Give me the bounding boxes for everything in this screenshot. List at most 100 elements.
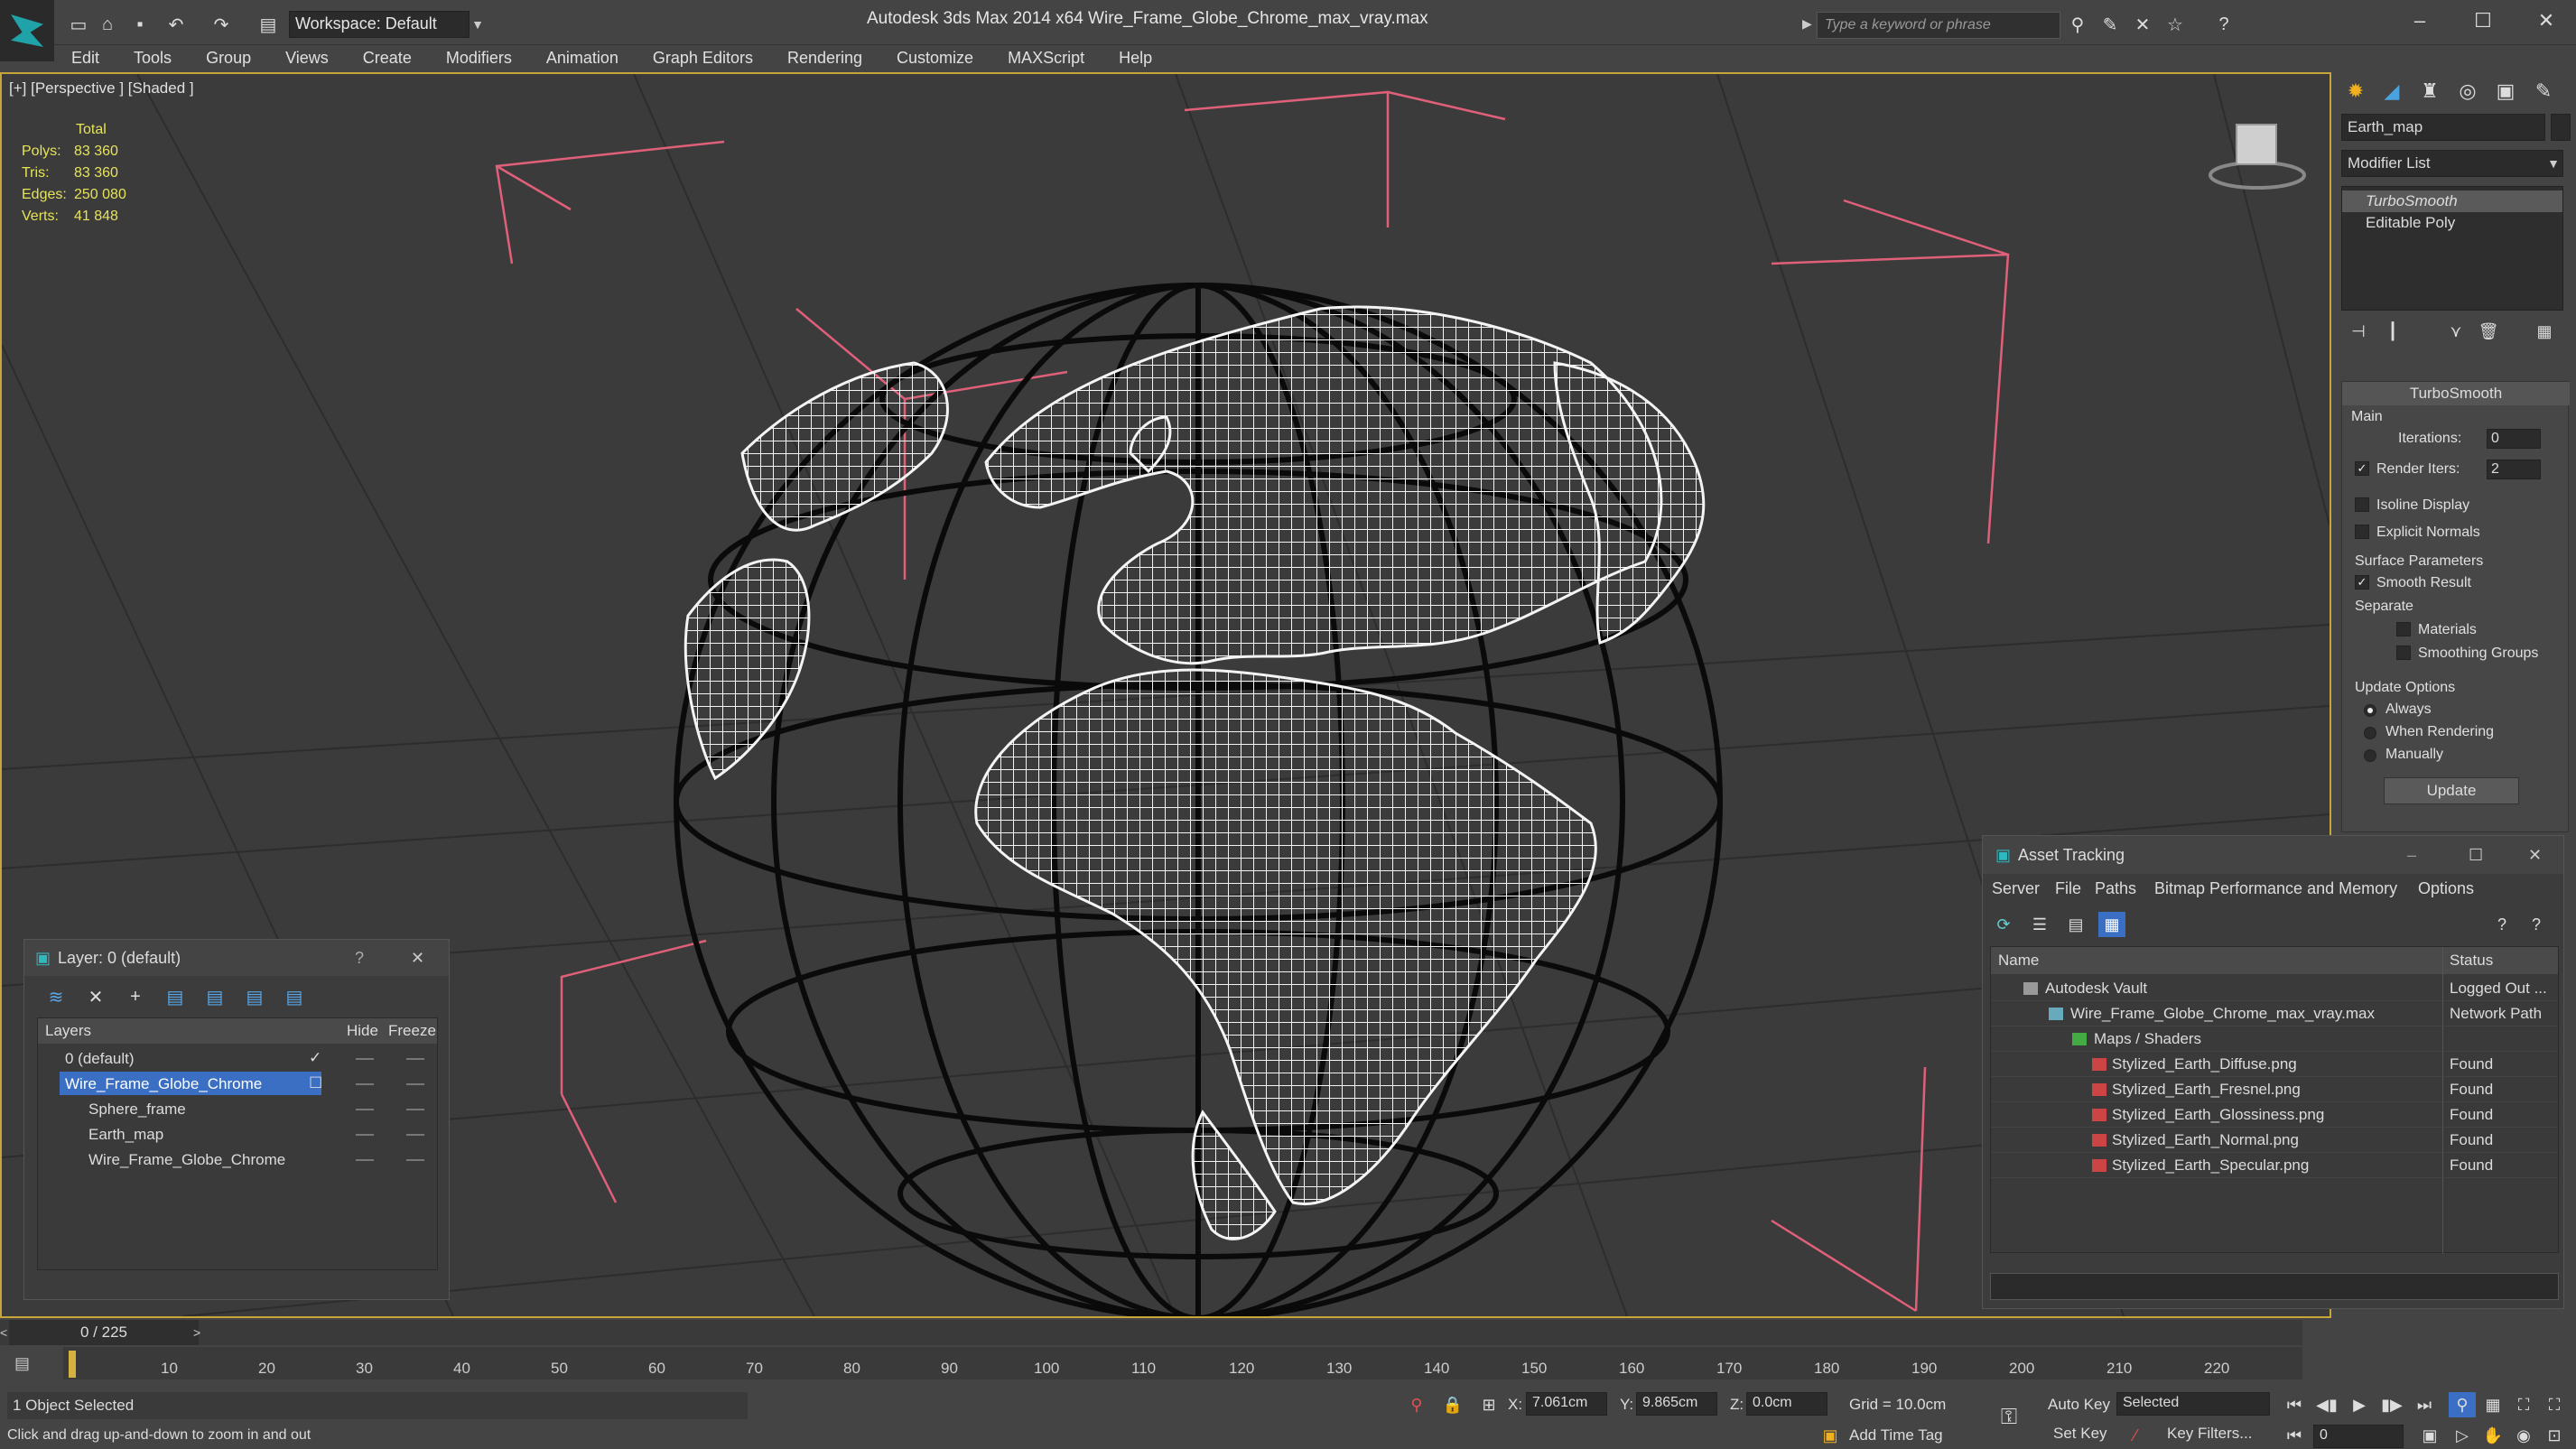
- asset-row[interactable]: Maps / Shaders: [1991, 1026, 2558, 1052]
- minimize-icon[interactable]: –: [2402, 5, 2438, 36]
- next-frame-icon[interactable]: >: [193, 1320, 206, 1345]
- column-layers[interactable]: Layers: [45, 1022, 91, 1040]
- motion-tab-icon[interactable]: ◎: [2451, 76, 2484, 107]
- layer-row[interactable]: Wire_Frame_Globe_Chrome: [38, 1147, 437, 1172]
- column-status[interactable]: Status: [2450, 952, 2493, 970]
- column-hide[interactable]: Hide: [347, 1022, 378, 1040]
- pan-view-icon[interactable]: ✋: [2479, 1423, 2506, 1448]
- zoom-extents-all-icon[interactable]: ⛶: [2541, 1392, 2568, 1417]
- modifier-list-dropdown[interactable]: Modifier List: [2341, 150, 2563, 177]
- zoom-icon[interactable]: ⚲: [2449, 1392, 2476, 1417]
- subscription-icon[interactable]: ✎: [2097, 11, 2124, 38]
- asset-row[interactable]: Stylized_Earth_Glossiness.png Found: [1991, 1102, 2558, 1128]
- menu-views[interactable]: Views: [268, 45, 346, 70]
- menu-options[interactable]: Options: [2418, 879, 2474, 898]
- search-input[interactable]: Type a keyword or phrase: [1817, 12, 2060, 39]
- menu-create[interactable]: Create: [346, 45, 429, 70]
- explicit-normals-checkbox[interactable]: [2355, 525, 2369, 539]
- layer-row[interactable]: Earth_map: [38, 1121, 437, 1147]
- absolute-mode-icon[interactable]: ⊞: [1475, 1392, 1502, 1417]
- stack-item-turbosmooth[interactable]: TurboSmooth: [2342, 190, 2562, 212]
- stack-item-editable-poly[interactable]: Editable Poly: [2342, 212, 2562, 234]
- hierarchy-tab-icon[interactable]: ♜: [2413, 76, 2446, 107]
- key-selection-dropdown[interactable]: Selected: [2116, 1392, 2270, 1416]
- list-view-icon[interactable]: ☰: [2026, 912, 2053, 937]
- isoline-checkbox[interactable]: [2355, 497, 2369, 512]
- prev-frame-icon[interactable]: <: [0, 1320, 9, 1345]
- auto-key-button[interactable]: Auto Key: [2048, 1396, 2110, 1414]
- iterations-spinner[interactable]: 0: [2487, 429, 2541, 449]
- update-button[interactable]: Update: [2384, 777, 2519, 804]
- zoom-all-icon[interactable]: ▦: [2479, 1392, 2506, 1417]
- open-file-icon[interactable]: ⌂: [94, 11, 121, 38]
- layer-active-box-icon[interactable]: ☐: [309, 1071, 322, 1096]
- object-color-swatch[interactable]: [2551, 114, 2571, 141]
- favorites-star-icon[interactable]: ☆: [2162, 11, 2189, 38]
- materials-checkbox[interactable]: [2396, 622, 2411, 636]
- menu-maxscript[interactable]: MAXScript: [990, 45, 1102, 70]
- menu-customize[interactable]: Customize: [879, 45, 990, 70]
- menu-file[interactable]: File: [2055, 879, 2081, 898]
- menu-edit[interactable]: Edit: [54, 45, 116, 70]
- manually-radio[interactable]: [2364, 749, 2376, 762]
- current-frame-field[interactable]: 0: [2313, 1425, 2404, 1448]
- layer-tool-icon[interactable]: ≋: [42, 983, 70, 1010]
- next-key-icon[interactable]: ▮▶: [2378, 1392, 2405, 1417]
- help-button[interactable]: ?: [355, 949, 364, 968]
- redo-icon[interactable]: ↷: [208, 11, 235, 38]
- create-tab-icon[interactable]: ✹: [2339, 76, 2372, 107]
- expand-arrow-icon[interactable]: ▶: [1802, 16, 1812, 32]
- curve-editor-icon[interactable]: ▤: [14, 1354, 42, 1378]
- zoom-extents-icon[interactable]: ⛶: [2510, 1392, 2537, 1417]
- orbit-icon[interactable]: ◉: [2510, 1423, 2537, 1448]
- freeze-all-icon[interactable]: ▤: [281, 983, 308, 1010]
- time-cursor[interactable]: [69, 1351, 76, 1378]
- time-config-icon[interactable]: ▣: [2416, 1423, 2443, 1448]
- maximize-icon[interactable]: ☐: [2465, 5, 2501, 36]
- project-folder-icon[interactable]: ▤: [255, 11, 282, 38]
- column-name[interactable]: Name: [1998, 952, 2039, 970]
- layer-row[interactable]: 0 (default) ✓: [38, 1045, 437, 1071]
- menu-paths[interactable]: Paths: [2095, 879, 2136, 898]
- chevron-down-icon[interactable]: ▼: [2543, 150, 2563, 177]
- object-name-field[interactable]: Earth_map: [2341, 114, 2545, 141]
- menu-bitmap-performance[interactable]: Bitmap Performance and Memory: [2154, 879, 2397, 898]
- table-view-icon[interactable]: ▦: [2098, 912, 2125, 937]
- key-icon[interactable]: ⚿: [1995, 1405, 2023, 1430]
- timeline-ruler[interactable]: 10 20 30 40 50 60 70 80 90 100 110 120 1…: [63, 1347, 2302, 1379]
- play-icon[interactable]: ▶: [2346, 1392, 2373, 1417]
- binoculars-icon[interactable]: ⚲: [2064, 11, 2091, 38]
- undo-icon[interactable]: ↶: [163, 11, 190, 38]
- save-icon[interactable]: ▪: [126, 11, 153, 38]
- highlight-layer-icon[interactable]: ▤: [201, 983, 228, 1010]
- maximize-viewport-icon[interactable]: ⊡: [2541, 1423, 2568, 1448]
- asset-tracking-titlebar[interactable]: ▣ Asset Tracking – ☐ ✕: [1983, 836, 2563, 874]
- menu-graph-editors[interactable]: Graph Editors: [636, 45, 770, 70]
- refresh-icon[interactable]: ⟳: [1990, 912, 2017, 937]
- rollout-header[interactable]: TurboSmooth: [2342, 382, 2570, 405]
- hide-all-icon[interactable]: ▤: [241, 983, 268, 1010]
- make-unique-icon[interactable]: ⋎: [2442, 318, 2469, 345]
- close-icon[interactable]: ✕: [2528, 846, 2542, 865]
- detail-view-icon[interactable]: ▤: [2062, 912, 2089, 937]
- minimize-icon[interactable]: –: [2407, 846, 2416, 865]
- asset-row[interactable]: Stylized_Earth_Fresnel.png Found: [1991, 1077, 2558, 1102]
- modify-tab-icon[interactable]: ◢: [2376, 76, 2408, 107]
- x-coordinate-field[interactable]: 7.061cm: [1526, 1392, 1607, 1416]
- asset-row[interactable]: Stylized_Earth_Specular.png Found: [1991, 1153, 2558, 1178]
- pin-stack-icon[interactable]: ⊣: [2345, 318, 2372, 345]
- go-to-start-icon[interactable]: ⏮: [2281, 1392, 2308, 1417]
- smooth-result-checkbox[interactable]: ✓: [2355, 575, 2369, 590]
- smoothing-groups-checkbox[interactable]: [2396, 646, 2411, 660]
- go-to-end-icon[interactable]: ⏭: [2411, 1392, 2438, 1417]
- menu-server[interactable]: Server: [1992, 879, 2040, 898]
- add-time-tag[interactable]: Add Time Tag: [1849, 1426, 1943, 1444]
- asset-row[interactable]: Stylized_Earth_Normal.png Found: [1991, 1128, 2558, 1153]
- time-tag-icon[interactable]: ▣: [1817, 1423, 1844, 1448]
- layer-row[interactable]: Sphere_frame: [38, 1096, 437, 1121]
- asset-path-field[interactable]: [1990, 1273, 2559, 1300]
- workspace-dropdown[interactable]: Workspace: Default: [289, 11, 470, 38]
- menu-modifiers[interactable]: Modifiers: [429, 45, 529, 70]
- communication-icon[interactable]: ✕: [2129, 11, 2156, 38]
- viewport-label[interactable]: [+] [Perspective ] [Shaded ]: [9, 79, 194, 98]
